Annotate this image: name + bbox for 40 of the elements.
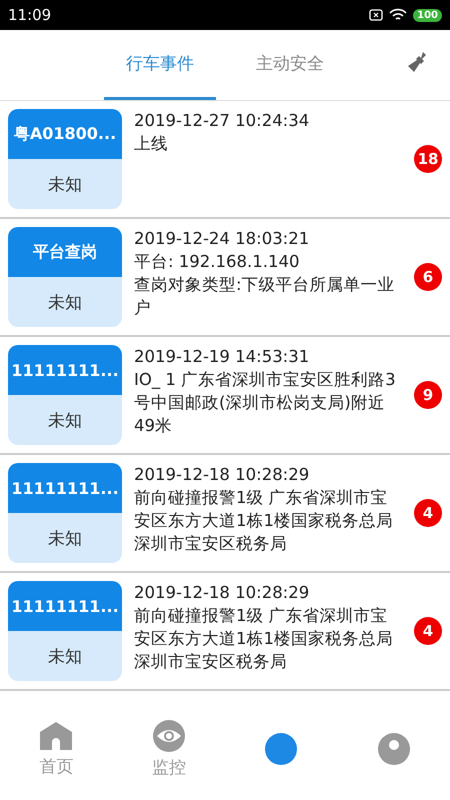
wifi-icon xyxy=(389,8,408,22)
status-label: 未知 xyxy=(8,277,122,327)
status-label: 未知 xyxy=(8,159,122,209)
event-row[interactable]: 平台查岗 未知 2019-12-24 18:03:21 平台: 192.168.1.140 查岗对象类型:下级平台所属单一业户 6 xyxy=(0,219,450,337)
plate-label: 11111111... xyxy=(8,345,122,395)
event-description: 查岗对象类型:下级平台所属单一业户 xyxy=(134,274,396,319)
event-description: 前向碰撞报警1级 广东省深圳市宝安区东方大道1栋1楼国家税务总局深圳市宝安区税务局 xyxy=(134,605,394,673)
event-time: 2019-12-18 10:28:29 xyxy=(134,464,310,486)
count-badge: 4 xyxy=(414,617,442,645)
event-time: 2019-12-24 18:03:21 xyxy=(134,228,310,250)
event-description: IO_ 1 广东省深圳市宝安区胜利路3号中国邮政(深圳市松岗支局)附近49米 xyxy=(134,369,397,437)
count-badge: 4 xyxy=(414,499,442,527)
circle-icon xyxy=(265,733,298,765)
status-label: 未知 xyxy=(8,513,122,563)
count-badge: 18 xyxy=(414,145,442,173)
sim-icon xyxy=(369,9,384,21)
event-time: 2019-12-18 10:28:29 xyxy=(134,582,310,604)
home-icon xyxy=(39,720,74,750)
event-time: 2019-12-19 14:53:31 xyxy=(134,346,310,368)
plate-label: 11111111... xyxy=(8,581,122,631)
event-description: 上线 xyxy=(134,133,169,155)
tab[interactable]: 主动安全 xyxy=(234,30,346,100)
plate-label: 粤A01800... xyxy=(8,109,122,159)
event-description: 前向碰撞报警1级 广东省深圳市宝安区东方大道1栋1楼国家税务总局深圳市宝安区税务局 xyxy=(134,487,394,555)
battery-level: 100 xyxy=(413,8,442,22)
status-label: 未知 xyxy=(8,631,122,681)
nav-label: 监控 xyxy=(152,756,186,778)
status-time: 11:09 xyxy=(8,6,52,24)
event-row[interactable]: 粤A01800... 未知 2019-12-27 10:24:34 上线 18 xyxy=(0,101,450,219)
eye-icon xyxy=(152,720,185,752)
nav-label: 首页 xyxy=(39,756,74,778)
status-label: 未知 xyxy=(8,395,122,445)
event-description: 平台: 192.168.1.140 xyxy=(134,251,301,273)
user-icon xyxy=(378,733,410,765)
tab[interactable]: 行车事件 xyxy=(104,30,216,100)
count-badge: 6 xyxy=(414,263,442,291)
count-badge: 9 xyxy=(414,381,442,409)
plate-label: 11111111... xyxy=(8,463,122,513)
event-time: 2019-12-27 10:24:34 xyxy=(134,110,310,132)
plate-label: 平台查岗 xyxy=(8,227,122,277)
